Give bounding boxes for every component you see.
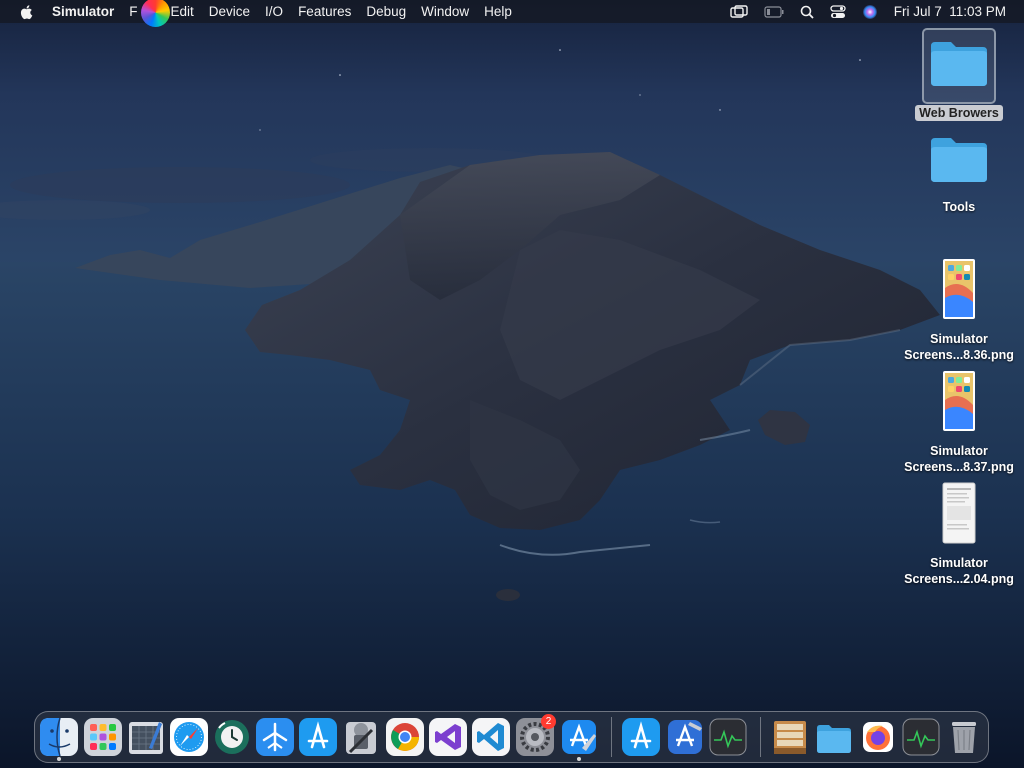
dock-time-machine[interactable] xyxy=(213,718,251,756)
desktop-icon-label-line2: Screens...8.36.png xyxy=(904,348,1014,362)
desktop-icon-label-line2: Screens...2.04.png xyxy=(904,572,1014,586)
menu-window[interactable]: Window xyxy=(421,0,469,23)
phone-screenshot-icon xyxy=(943,371,975,431)
desktop-wallpaper xyxy=(0,0,1024,768)
vscode-icon xyxy=(472,718,510,756)
testflight-icon xyxy=(256,718,294,756)
menu-file[interactable]: F xyxy=(129,0,137,23)
dock-running-indicator xyxy=(57,757,61,761)
dock-finder[interactable] xyxy=(40,718,78,756)
folder-icon xyxy=(931,138,987,182)
finder-icon xyxy=(40,718,78,756)
dock-safari[interactable] xyxy=(170,718,208,756)
menubar-clock[interactable]: Fri Jul 7 11:03 PM xyxy=(894,4,1006,19)
dock-separator xyxy=(760,717,761,757)
menu-edit[interactable]: Edit xyxy=(171,0,194,23)
app-store-connect-icon xyxy=(299,718,337,756)
dock-archive-utility[interactable] xyxy=(771,718,809,756)
chrome-icon xyxy=(386,718,424,756)
archive-utility-icon xyxy=(774,721,806,754)
desktop-folder-web-browsers[interactable]: Web Browers xyxy=(904,28,1014,121)
safari-icon xyxy=(170,718,208,756)
dock-vscode[interactable] xyxy=(472,718,510,756)
xcode-icon xyxy=(562,720,596,754)
battery-icon[interactable] xyxy=(764,5,784,18)
desktop-icon-label-line2: Screens...8.37.png xyxy=(904,460,1014,474)
menu-device[interactable]: Device xyxy=(209,0,250,23)
downloads-folder-icon xyxy=(817,725,851,753)
screenshot-editor-icon xyxy=(129,722,163,754)
phone-screenshot-icon xyxy=(943,259,975,319)
instruments-icon xyxy=(668,720,702,754)
dock-visual-studio[interactable] xyxy=(429,718,467,756)
activity-monitor-2-icon xyxy=(902,718,940,756)
dock-instruments[interactable] xyxy=(666,718,704,756)
dock-app-store[interactable] xyxy=(622,718,660,756)
dock-activity-monitor[interactable] xyxy=(709,718,747,756)
dock-downloads-folder[interactable] xyxy=(815,718,853,756)
launchpad-icon xyxy=(84,718,122,756)
firefox-icon xyxy=(863,722,893,752)
desktop-icon-label-line1: Simulator xyxy=(930,556,988,570)
menu-debug[interactable]: Debug xyxy=(366,0,406,23)
trash-icon xyxy=(952,722,976,753)
menu-io[interactable]: I/O xyxy=(265,0,283,23)
dock-xcode[interactable] xyxy=(560,718,598,756)
folder-icon xyxy=(931,42,987,86)
dock-activity-monitor-2[interactable] xyxy=(902,718,940,756)
desktop-file-screenshot-1[interactable]: Simulator Screens...8.36.png xyxy=(904,258,1014,363)
apple-menu-icon[interactable] xyxy=(18,3,36,21)
desktop-icon-label-line1: Simulator xyxy=(930,332,988,346)
dock-firefox[interactable] xyxy=(859,718,897,756)
menu-features[interactable]: Features xyxy=(298,0,351,23)
dock-trash[interactable] xyxy=(945,718,983,756)
desktop-file-screenshot-3[interactable]: Simulator Screens...2.04.png xyxy=(904,482,1014,587)
app-store-icon xyxy=(622,718,660,756)
spotlight-search-icon[interactable] xyxy=(800,5,814,19)
desktop-icon-label: Tools xyxy=(942,200,976,214)
desktop-icon-label: Web Browers xyxy=(915,105,1003,121)
control-center-icon[interactable] xyxy=(830,4,846,19)
menu-help[interactable]: Help xyxy=(484,0,512,23)
dock-chrome[interactable] xyxy=(386,718,424,756)
time-machine-icon xyxy=(215,720,249,754)
dock-automator[interactable] xyxy=(342,718,380,756)
dock-app-store-connect[interactable] xyxy=(299,718,337,756)
desktop-icon-label-line1: Simulator xyxy=(930,444,988,458)
dock-launchpad[interactable] xyxy=(84,718,122,756)
visual-studio-icon xyxy=(429,718,467,756)
menu-app-name[interactable]: Simulator xyxy=(52,0,114,23)
screen-mirroring-icon[interactable] xyxy=(730,4,748,19)
automator-icon xyxy=(346,722,376,754)
activity-monitor-icon xyxy=(709,718,747,756)
dock-running-indicator xyxy=(577,757,581,761)
desktop-file-screenshot-2[interactable]: Simulator Screens...8.37.png xyxy=(904,370,1014,475)
dock-screenshot-editor[interactable] xyxy=(127,718,165,756)
desktop-folder-tools[interactable]: Tools xyxy=(904,126,1014,215)
dock-testflight[interactable] xyxy=(256,718,294,756)
dock-separator xyxy=(611,717,612,757)
siri-icon[interactable] xyxy=(862,4,878,20)
document-screenshot-icon xyxy=(942,482,976,544)
system-preferences-badge: 2 xyxy=(541,714,556,729)
